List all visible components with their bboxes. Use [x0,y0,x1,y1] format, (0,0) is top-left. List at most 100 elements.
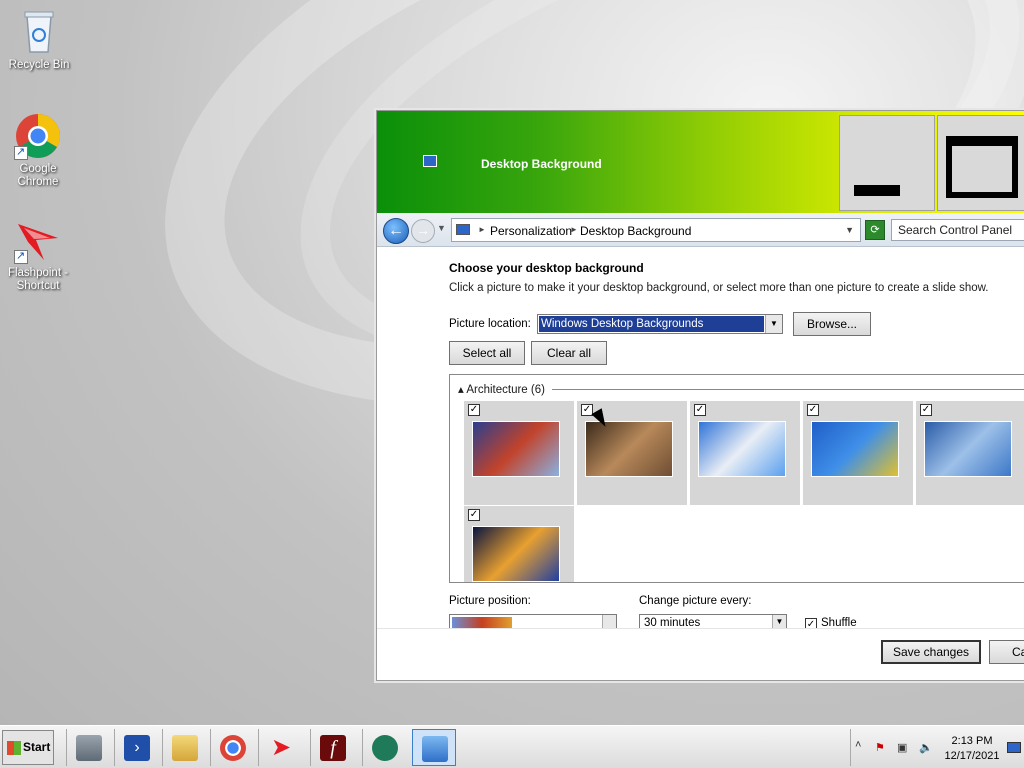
forward-button[interactable]: → [411,219,435,243]
show-desktop-icon[interactable] [1007,742,1021,753]
group-header[interactable]: ▴ Architecture (6) [458,382,545,396]
dropdown-arrow-icon: ▼ [772,615,786,628]
action-center-icon[interactable]: ⚑ [875,741,889,755]
picture-location-label: Picture location: [449,318,531,330]
clock[interactable]: 2:13 PM 12/17/2021 [941,734,1003,764]
flash-icon: f [320,735,346,761]
wallpaper-thumbnail[interactable]: ✓ [464,401,574,505]
clock-time: 2:13 PM [951,735,993,747]
change-interval-value: 30 minutes [644,617,701,628]
clear-all-button[interactable]: Clear all [531,341,607,365]
picture-location-value: Windows Desktop Backgrounds [539,316,764,332]
chrome-icon [14,112,62,160]
picture-location-select[interactable]: Windows Desktop Backgrounds ▼ [537,314,783,334]
shortcut-arrow-icon [14,249,28,264]
volume-icon[interactable]: 🔈 [919,741,933,755]
shuffle-checkbox[interactable]: ✓ [805,618,817,628]
browse-button[interactable]: Browse... [793,312,871,336]
breadcrumb-personalization[interactable]: Personalization [490,224,572,238]
divider [377,628,1024,629]
group-label: Architecture (6) [466,384,545,396]
taskbar-control-panel[interactable] [412,729,456,766]
system-tray: ˄ ⚑ ▣ 🔈 2:13 PM 12/17/2021 [850,729,1024,766]
back-button[interactable]: ← [383,218,409,244]
app-icon [372,735,398,761]
show-hidden-icons-icon[interactable]: ˄ [855,739,869,753]
thumbnail-checkbox[interactable]: ✓ [468,404,480,416]
flashpoint-icon: ➤ [270,734,292,761]
taskbar-server-manager[interactable] [66,729,110,766]
select-all-button[interactable]: Select all [449,341,525,365]
thumbnail-image [924,421,1012,477]
save-changes-button[interactable]: Save changes [881,640,981,664]
taskbar: Start › ➤ f ˄ ⚑ ▣ 🔈 2:13 PM 12/17/2021 [0,725,1024,768]
change-interval-select[interactable]: 30 minutes ▼ [639,614,787,628]
address-dropdown-icon[interactable]: ▼ [845,225,854,235]
taskbar-explorer[interactable] [162,729,206,766]
address-bar: ← → ▼ ► Personalization ► Desktop Backgr… [377,213,1024,247]
maximize-button[interactable] [937,115,1024,211]
dropdown-arrow-icon: ▼ [765,315,782,333]
folder-icon [172,735,198,761]
taskbar-flashpoint[interactable]: ➤ [258,729,302,766]
start-button[interactable]: Start [2,730,54,765]
breadcrumb-arrow-icon[interactable]: ► [570,225,578,234]
page-heading: Choose your desktop background [449,261,644,275]
chrome-icon [220,735,246,761]
powershell-icon: › [124,735,150,761]
wallpaper-thumbnail[interactable]: ✓ [464,506,574,582]
search-input[interactable]: Search Control Panel [891,219,1024,241]
thumbnail-checkbox[interactable]: ✓ [807,404,819,416]
control-panel-icon [456,224,470,235]
desktop-icon-label: Flashpoint - Shortcut [7,267,69,292]
wallpaper-thumbnail[interactable]: ✓ [916,401,1024,505]
desktop-icon-recycle-bin[interactable]: Recycle Bin [1,8,77,72]
thumbnail-image [472,421,560,477]
thumbnail-image [698,421,786,477]
maximize-icon [946,136,1018,198]
thumbnail-image [811,421,899,477]
change-picture-every-label: Change picture every: [639,595,752,607]
desktop-icon-flashpoint[interactable]: Flashpoint - Shortcut [0,216,76,293]
shuffle-label: Shuffle [821,617,857,628]
server-manager-icon [76,735,102,761]
picture-position-label: Picture position: [449,595,531,607]
desktop-icon-label: Google Chrome [17,163,59,188]
recycle-bin-icon [15,8,63,56]
thumbnail-checkbox[interactable]: ✓ [468,509,480,521]
taskbar-flash-player[interactable]: f [310,729,354,766]
page-description: Click a picture to make it your desktop … [449,282,989,294]
shortcut-arrow-icon [14,145,28,160]
picture-gallery: ▴ Architecture (6) ✓ ✓ ✓ ✓ ✓ ✓ [449,374,1024,583]
breadcrumb-desktop-background[interactable]: Desktop Background [580,224,691,238]
thumbnail-image [585,421,673,477]
taskbar-app[interactable] [362,729,406,766]
title-bar[interactable]: Desktop Background [377,111,1024,213]
thumbnail-checkbox[interactable]: ✓ [694,404,706,416]
windows-logo-icon [7,741,21,755]
dropdown-arrow-icon [602,615,616,629]
thumbnail-image [472,526,560,582]
thumbnail-checkbox[interactable]: ✓ [920,404,932,416]
wallpaper-thumbnail[interactable]: ✓ [803,401,913,505]
divider [552,389,1024,390]
window-title: Desktop Background [481,157,602,171]
clock-date: 12/17/2021 [944,750,1000,762]
minimize-button[interactable] [839,115,935,211]
control-panel-icon [423,155,437,167]
flashpoint-icon [14,216,62,264]
minimize-icon [854,185,900,196]
taskbar-chrome[interactable] [210,729,254,766]
desktop-icon-google-chrome[interactable]: Google Chrome [0,112,76,189]
breadcrumb-arrow-icon[interactable]: ► [478,225,486,234]
refresh-button[interactable]: ⟳ [865,220,885,240]
cancel-button[interactable]: Ca [989,640,1024,664]
recent-pages-dropdown[interactable]: ▼ [437,223,446,233]
picture-position-select[interactable] [449,614,617,629]
network-icon[interactable]: ▣ [897,741,911,755]
address-box[interactable]: ► Personalization ► Desktop Background ▼ [451,218,861,242]
wallpaper-thumbnail[interactable]: ✓ [690,401,800,505]
taskbar-powershell[interactable]: › [114,729,158,766]
start-label: Start [23,740,51,754]
main-content: Choose your desktop background Click a p… [449,261,1024,294]
